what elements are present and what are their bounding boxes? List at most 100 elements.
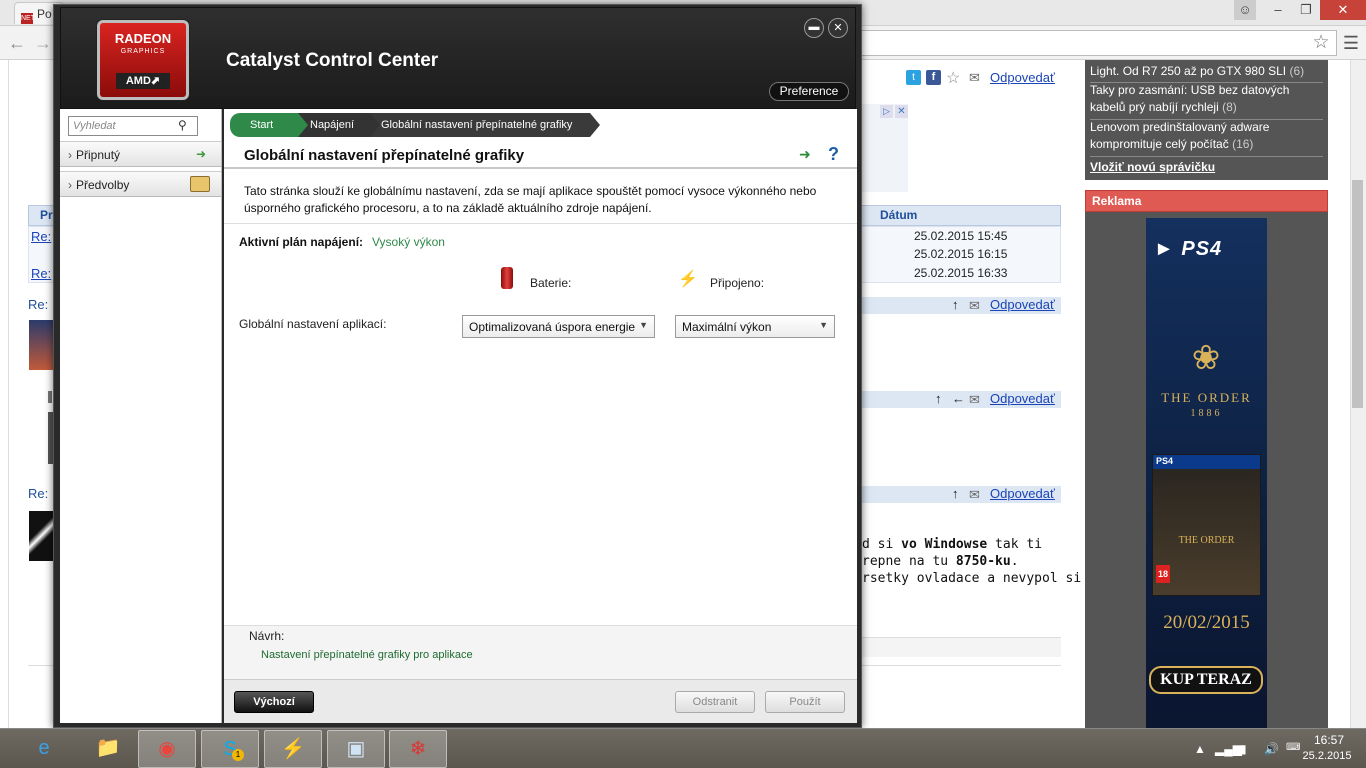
default-button[interactable]: Výchozí	[234, 691, 314, 713]
page-title: Globální nastavení přepínatelné grafiky	[244, 147, 525, 164]
table-row-link[interactable]: Re:	[31, 229, 51, 244]
avatar	[29, 320, 53, 370]
user-profile-button[interactable]: ☺	[1234, 0, 1256, 20]
favorite-star-icon[interactable]: ☆	[946, 68, 964, 87]
ad-close-icon[interactable]: ✕	[895, 105, 908, 118]
table-row-link[interactable]: Re:	[31, 266, 51, 281]
news-item[interactable]: Light. Od R7 250 až po GTX 980 SLI (6)	[1090, 63, 1323, 80]
remove-button[interactable]: Odstranit	[675, 691, 755, 713]
ad-box: Reklama ► PS4 ❀ THE ORDER 1886 PS4 THE O…	[1085, 190, 1328, 728]
clock-date[interactable]: 25.2.2015	[1297, 750, 1357, 762]
bookmark-star-icon[interactable]: ☆	[1310, 32, 1332, 54]
presets-icon	[190, 176, 210, 192]
logo-graphics-text: GRAPHICS	[120, 48, 166, 55]
pegi-rating-badge: 18	[1156, 565, 1170, 583]
sidebar-item-pinned[interactable]: › Připnutý ➜	[60, 141, 221, 167]
up-arrow-icon[interactable]: ↑	[952, 297, 959, 312]
skype-icon[interactable]: S1	[201, 730, 259, 768]
scrollbar-thumb[interactable]	[1352, 180, 1363, 408]
forward-arrow-icon[interactable]: →	[34, 33, 52, 53]
internet-explorer-icon[interactable]: e	[24, 730, 64, 768]
reply-link[interactable]: Odpovedať	[990, 391, 1055, 406]
notification-badge: 1	[232, 749, 244, 761]
back-arrow-icon[interactable]: ←	[6, 33, 28, 53]
app-title: Catalyst Control Center	[226, 50, 439, 71]
sidebar-item-label: Předvolby	[76, 178, 130, 192]
facebook-icon[interactable]: f	[926, 70, 941, 85]
ad-game-title: THE ORDER	[1161, 390, 1252, 405]
logo-radeon-text: RADEON	[114, 31, 172, 46]
mail-icon[interactable]: ✉	[969, 487, 980, 503]
post-text-line: rsetky ovladace a nevypol si	[862, 571, 1082, 586]
catalyst-content: Globální nastavení přepínatelné grafiky …	[224, 109, 857, 723]
breadcrumb-global[interactable]: Globální nastavení přepínatelné grafiky	[363, 113, 590, 137]
reply-link[interactable]: Odpovedať	[990, 70, 1055, 85]
site-favicon-icon: NET	[21, 13, 35, 24]
breadcrumb-arrow	[590, 113, 600, 137]
help-icon[interactable]: ?	[828, 144, 844, 164]
battery-mode-value: Optimalizovaná úspora energie	[469, 320, 636, 334]
order-emblem-icon: ❀	[1191, 339, 1221, 377]
ad-buy-button[interactable]: KUP TERAZ	[1149, 666, 1263, 694]
browser-menu-icon[interactable]: ☰	[1340, 32, 1362, 54]
network-signal-icon[interactable]: ▂▄▆	[1215, 742, 1242, 756]
breadcrumb-arrow	[370, 113, 380, 137]
hint-link[interactable]: Nastavení přepínatelné grafiky pro aplik…	[261, 649, 473, 661]
news-item[interactable]: Taky pro zasmání: USB bez datových kabel…	[1090, 82, 1323, 116]
breadcrumb: Globální nastavení přepínatelné grafiky …	[230, 113, 850, 139]
ps4-box-label: PS4	[1156, 456, 1174, 466]
power-icon[interactable]: ▮	[1240, 742, 1247, 756]
add-news-link[interactable]: Vložiť novú správičku	[1090, 160, 1215, 174]
window-close-button[interactable]: ✕	[1320, 0, 1366, 20]
search-icon[interactable]: ⚲	[178, 118, 194, 134]
up-arrow-icon[interactable]: ↑	[935, 391, 942, 406]
power-plan-label: Aktivní plán napájení:	[239, 235, 364, 249]
file-explorer-icon[interactable]: 📁	[88, 730, 128, 768]
window-minimize-button[interactable]: –	[1264, 0, 1292, 20]
show-hidden-icons[interactable]: ▲	[1194, 742, 1206, 756]
table-row-date: 25.02.2015 15:45	[914, 229, 1008, 243]
twitter-icon[interactable]: t	[906, 70, 921, 85]
chevron-right-icon: ›	[68, 178, 72, 192]
mail-icon[interactable]: ✉	[969, 392, 980, 408]
minimize-button[interactable]: ▬	[804, 18, 824, 38]
chrome-icon[interactable]: ◉	[138, 730, 196, 768]
volume-icon[interactable]: 🔊	[1264, 742, 1279, 756]
window-restore-button[interactable]: ❐	[1292, 0, 1320, 20]
preference-button[interactable]: Preference	[769, 82, 849, 101]
logo-amd-text: AMD⬈	[116, 73, 170, 89]
plugged-mode-select[interactable]: Maximální výkon ▼	[675, 315, 835, 338]
power-plan-value: Vysoký výkon	[372, 235, 445, 249]
table-row-date: 25.02.2015 16:15	[914, 247, 1008, 261]
reply-link[interactable]: Odpovedať	[990, 486, 1055, 501]
ad-banner[interactable]: ► PS4 ❀ THE ORDER 1886 PS4 THE ORDER 18 …	[1146, 218, 1267, 728]
close-button[interactable]: ✕	[828, 18, 848, 38]
box-game-title: THE ORDER	[1178, 535, 1235, 546]
clock-time[interactable]: 16:57	[1307, 733, 1351, 747]
breadcrumb-start[interactable]: Start	[230, 113, 298, 137]
catalyst-taskbar-icon[interactable]: ❄	[389, 730, 447, 768]
catalyst-sidebar: Vyhledat ⚲ › Připnutý ➜ › Předvolby	[60, 109, 222, 723]
sidebar-item-presets[interactable]: › Předvolby	[60, 171, 221, 197]
up-arrow-icon[interactable]: ↑	[952, 486, 959, 501]
page-description: Tato stránka slouží ke globálnímu nastav…	[244, 184, 817, 215]
post-marker	[48, 391, 52, 403]
post-label: Re:	[28, 486, 49, 501]
apply-button[interactable]: Použít	[765, 691, 845, 713]
news-item[interactable]: Lenovom predinštalovaný adware kompromit…	[1090, 119, 1323, 153]
mail-icon[interactable]: ✉	[969, 70, 984, 85]
address-bar[interactable]	[862, 30, 1337, 56]
remote-desktop-icon[interactable]: ▣	[327, 730, 385, 768]
ad-info-icon[interactable]: ▷	[880, 105, 893, 118]
mail-icon[interactable]: ✉	[969, 298, 980, 314]
table-header-date: Dátum	[880, 208, 918, 222]
battery-mode-select[interactable]: Optimalizovaná úspora energie ▼	[462, 315, 655, 338]
pin-icon[interactable]: ➜	[799, 146, 819, 164]
sidebar-item-label: Připnutý	[76, 148, 121, 162]
footer-bar	[224, 679, 857, 723]
reply-link[interactable]: Odpovedať	[990, 297, 1055, 312]
back-arrow-icon[interactable]: ←	[952, 391, 965, 406]
winamp-icon[interactable]: ⚡	[264, 730, 322, 768]
plugged-in-label: Připojeno:	[710, 276, 765, 290]
catalyst-window: RADEON GRAPHICS AMD⬈ Catalyst Control Ce…	[53, 4, 862, 728]
